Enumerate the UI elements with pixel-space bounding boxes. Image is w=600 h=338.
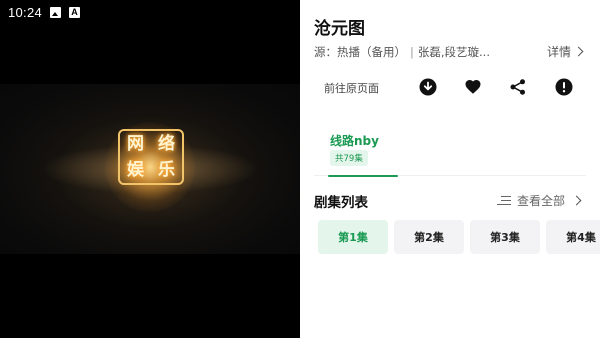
- episode-item[interactable]: 第2集: [394, 220, 464, 254]
- video-player[interactable]: 网 络 娱 乐: [0, 84, 300, 254]
- download-icon: [419, 78, 437, 96]
- status-bar: 10:24 A: [0, 0, 300, 24]
- app-root: 10:24 A 网 络 娱 乐 沧元图 源：热播（备用） | 张磊,段艺璇... 详…: [0, 0, 600, 338]
- episode-item[interactable]: 第1集: [318, 220, 388, 254]
- view-all-label: 查看全部: [517, 194, 566, 208]
- active-tab-indicator: [328, 175, 398, 177]
- share-button[interactable]: [508, 77, 528, 97]
- status-time: 10:24: [8, 4, 43, 20]
- logo-char: 网: [127, 134, 144, 154]
- gallery-notification-icon: [50, 6, 62, 18]
- list-icon: [497, 195, 511, 207]
- video-pane[interactable]: 10:24 A 网 络 娱 乐: [0, 0, 300, 338]
- episode-item[interactable]: 第3集: [470, 220, 540, 254]
- chevron-right-icon: [571, 195, 582, 206]
- details-label: 详情: [546, 45, 571, 59]
- video-title: 沧元图: [314, 19, 365, 39]
- heart-icon: [465, 79, 481, 94]
- logo-char: 络: [158, 134, 175, 154]
- channel-logo: 网 络 娱 乐: [118, 129, 184, 185]
- episode-list: 第1集 第2集 第3集 第4集: [318, 220, 600, 254]
- video-meta: 源：热播（备用） | 张磊,段艺璇...: [314, 44, 524, 60]
- episode-list-title: 剧集列表: [314, 195, 368, 211]
- route-tabs: 线路nby 共79集: [314, 124, 586, 177]
- route-label: 线路nby: [330, 134, 379, 148]
- alert-icon: [555, 78, 573, 96]
- logo-char: 乐: [158, 160, 175, 180]
- a-notification-icon: A: [69, 6, 81, 18]
- details-panel: 沧元图 源：热播（备用） | 张磊,段艺璇... 详情 前往原页面 线路nby …: [300, 0, 600, 338]
- episode-item[interactable]: 第4集: [546, 220, 600, 254]
- view-all-button[interactable]: 查看全部: [497, 192, 565, 209]
- meta-cast: 张磊,段艺璇...: [417, 45, 490, 59]
- details-link[interactable]: 详情: [546, 43, 584, 60]
- logo-char: 娱: [127, 160, 144, 180]
- meta-separator: |: [410, 45, 414, 59]
- download-button[interactable]: [418, 77, 438, 97]
- goto-source-button[interactable]: 前往原页面: [324, 80, 379, 96]
- chevron-right-icon: [573, 46, 584, 57]
- report-button[interactable]: [554, 77, 574, 97]
- meta-source: 源：热播（备用）: [314, 45, 406, 59]
- share-icon: [510, 79, 525, 95]
- episode-count-badge: 共79集: [330, 150, 368, 166]
- favorite-button[interactable]: [463, 77, 483, 97]
